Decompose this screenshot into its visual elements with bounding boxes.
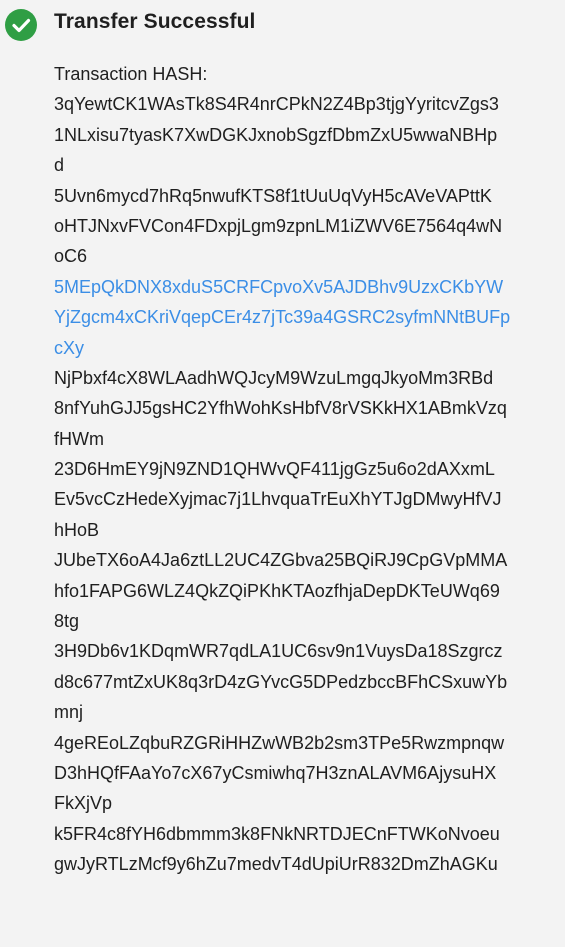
notification-header: Transfer Successful — [0, 0, 565, 52]
hash-line: Ev5vcCzHedeXyjmac7j1LhvquaTrEuXhYTJgDMwy… — [54, 489, 502, 510]
hash-entry: JUbeTX6oA4Ja6ztLL2UC4ZGbva25BQiRJ9CpGVpM… — [54, 545, 559, 636]
check-circle-icon — [5, 9, 37, 41]
notification-title: Transfer Successful — [54, 10, 256, 33]
hash-line: k5FR4c8fYH6dbmmm3k8FNkNRTDJECnFTWKoNvoeu — [54, 823, 500, 844]
hash-entry: 4geREoLZqbuRZGRiHHZwWB2b2sm3TPe5Rwzmpnqw… — [54, 728, 559, 819]
hash-entry: 5Uvn6mycd7hRq5nwufKTS8f1tUuUqVyH5cAVeVAP… — [54, 181, 559, 272]
hash-link-line[interactable]: 5MEpQkDNX8xduS5CRFCpvoXv5AJDBhv9UzxCKbYW — [54, 272, 559, 302]
hash-line: oHTJNxvFVCon4FDxpjLgm9zpnLM1iZWV6E7564q4… — [54, 215, 503, 236]
hash-line: 8nfYuhGJJ5gsHC2YfhWohKsHbfV8rVSKkHX1ABmk… — [54, 398, 507, 419]
hash-line: 5Uvn6mycd7hRq5nwufKTS8f1tUuUqVyH5cAVeVAP… — [54, 185, 492, 206]
hash-entry-highlighted[interactable]: 5MEpQkDNX8xduS5CRFCpvoXv5AJDBhv9UzxCKbYW… — [54, 272, 559, 363]
hash-line: 23D6HmEY9jN9ZND1QHWvQF411jgGz5u6o2dAXxmL — [54, 459, 495, 480]
hash-entry: k5FR4c8fYH6dbmmm3k8FNkNRTDJECnFTWKoNvoeu… — [54, 819, 559, 880]
hash-line: 3H9Db6v1KDqmWR7qdLA1UC6sv9n1VuysDa18Szgr… — [54, 641, 503, 662]
hash-entry: NjPbxf4cX8WLAadhWQJcyM9WzuLmgqJkyoMm3RBd… — [54, 363, 559, 454]
hash-line: fHWm — [54, 428, 104, 449]
hash-link-line[interactable]: YjZgcm4xCKriVqepCEr4z7jTc39a4GSRC2syfmNN… — [54, 302, 559, 332]
transfer-notification: Transfer Successful Transaction HASH: 3q… — [0, 0, 565, 947]
hash-line: FkXjVp — [54, 793, 113, 814]
hash-line: hfo1FAPG6WLZ4QkZQiPKhKTAozfhjaDepDKTeUWq… — [54, 580, 500, 601]
hash-line: d — [54, 155, 65, 176]
hash-entry: 3qYewtCK1WAsTk8S4R4nrCPkN2Z4Bp3tjgYyritc… — [54, 89, 559, 180]
hash-line: D3hHQfFAaYo7cX67yCsmiwhq7H3znALAVM6Ajysu… — [54, 762, 497, 783]
hash-entry: 23D6HmEY9jN9ZND1QHWvQF411jgGz5u6o2dAXxmL… — [54, 454, 559, 545]
hash-entry: 3H9Db6v1KDqmWR7qdLA1UC6sv9n1VuysDa18Szgr… — [54, 636, 559, 727]
hash-line: oC6 — [54, 246, 88, 267]
transaction-details: Transaction HASH: 3qYewtCK1WAsTk8S4R4nrC… — [54, 59, 559, 880]
hash-line: gwJyRTLzMcf9y6hZu7medvT4dUpiUrR832DmZhAG… — [54, 854, 498, 875]
hash-line: d8c677mtZxUK8q3rD4zGYvcG5DPedzbccBFhCSxu… — [54, 671, 508, 692]
hash-line: NjPbxf4cX8WLAadhWQJcyM9WzuLmgqJkyoMm3RBd — [54, 367, 494, 388]
hash-line: mnj — [54, 702, 84, 723]
transaction-hash-label: Transaction HASH: — [54, 64, 208, 84]
hash-link-line[interactable]: cXy — [54, 333, 559, 363]
hash-line: 3qYewtCK1WAsTk8S4R4nrCPkN2Z4Bp3tjgYyritc… — [54, 94, 499, 115]
hash-line: 1NLxisu7tyasK7XwDGKJxnobSgzfDbmZxU5wwaNB… — [54, 124, 498, 145]
hash-line: JUbeTX6oA4Ja6ztLL2UC4ZGbva25BQiRJ9CpGVpM… — [54, 550, 508, 571]
hash-line: 8tg — [54, 611, 80, 632]
hash-line: 4geREoLZqbuRZGRiHHZwWB2b2sm3TPe5Rwzmpnqw — [54, 732, 505, 753]
hash-line: hHoB — [54, 519, 100, 540]
